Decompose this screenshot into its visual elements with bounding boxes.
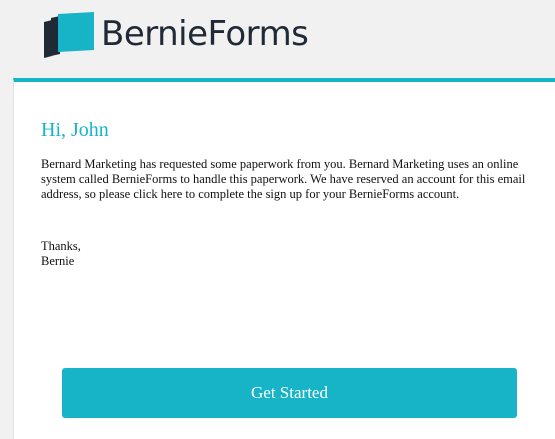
email-signoff: Thanks, Bernie — [41, 239, 81, 269]
signoff-name: Bernie — [41, 254, 75, 268]
email-card: Hi, John Bernard Marketing has requested… — [13, 78, 555, 439]
brand-name: BernieForms — [101, 14, 309, 54]
email-body-text: Bernard Marketing has requested some pap… — [41, 157, 526, 201]
signoff-thanks: Thanks, — [41, 239, 81, 253]
stacked-pages-logo-icon — [44, 12, 94, 58]
greeting-heading: Hi, John — [41, 119, 109, 141]
get-started-button[interactable]: Get Started — [62, 368, 517, 418]
email-header: BernieForms — [0, 0, 555, 80]
